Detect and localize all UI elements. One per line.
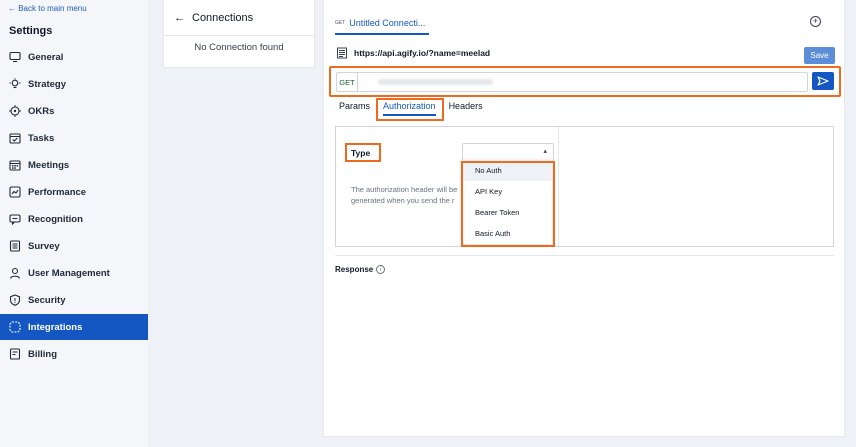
user-icon	[9, 267, 21, 279]
sidebar-item-strategy[interactable]: Strategy	[0, 71, 148, 97]
caret-up-icon: ▴	[543, 148, 547, 155]
tab-method-label: GET	[335, 20, 346, 26]
auth-description: The authorization header will be generat…	[351, 185, 458, 205]
connections-header: ← Connections	[164, 0, 314, 36]
back-arrow-icon[interactable]: ←	[174, 12, 185, 24]
connections-panel: ← Connections No Connection found	[163, 0, 315, 68]
sidebar-item-label: User Management	[28, 267, 110, 279]
receipt-icon	[9, 348, 21, 360]
authorization-panel: Type The authorization header will be ge…	[335, 126, 834, 247]
sidebar-item-user-management[interactable]: User Management	[0, 260, 148, 286]
response-label: Response	[335, 265, 374, 274]
sidebar-item-label: Strategy	[28, 78, 67, 90]
auth-type-select[interactable]: ▴	[462, 143, 554, 161]
sidebar-item-general[interactable]: General	[0, 44, 148, 70]
sidebar-item-okrs[interactable]: OKRs	[0, 98, 148, 124]
sidebar-item-security[interactable]: Security	[0, 287, 148, 313]
no-connection-text: No Connection found	[194, 42, 284, 53]
sidebar-item-label: Billing	[28, 348, 58, 360]
document-icon	[337, 47, 347, 59]
sidebar-item-label: Recognition	[28, 213, 83, 225]
chat-icon	[9, 213, 21, 225]
sidebar-item-recognition[interactable]: Recognition	[0, 206, 148, 232]
tab-title: Untitled Connecti...	[349, 18, 426, 28]
sidebar-item-label: Meetings	[28, 159, 70, 171]
sidebar-item-label: Security	[28, 294, 66, 306]
settings-sidebar: ← Back to main menu Settings General Str…	[0, 0, 148, 447]
sidebar-item-performance[interactable]: Performance	[0, 179, 148, 205]
request-editor-panel: GET Untitled Connecti... + https://api.a…	[323, 0, 845, 437]
sidebar-item-label: Survey	[28, 240, 60, 252]
sidebar-item-label: Tasks	[28, 132, 55, 144]
settings-title: Settings	[9, 25, 53, 37]
sidebar-item-billing[interactable]: Billing	[0, 341, 148, 367]
list-icon	[9, 240, 21, 252]
shield-icon	[9, 294, 21, 306]
highlight-authorization-tab	[376, 98, 444, 121]
back-to-main-menu-link[interactable]: ← Back to main menu	[8, 4, 87, 13]
tab-headers[interactable]: Headers	[449, 101, 483, 116]
sidebar-item-label: Integrations	[28, 321, 83, 333]
response-section: Response i	[335, 265, 386, 274]
sidebar-item-label: OKRs	[28, 105, 55, 117]
sidebar-item-survey[interactable]: Survey	[0, 233, 148, 259]
tab-params[interactable]: Params	[339, 101, 370, 116]
info-icon[interactable]: i	[376, 265, 386, 274]
tab-untitled-connection[interactable]: GET Untitled Connecti...	[335, 13, 430, 35]
url-text: https://api.agify.io/?name=meelad	[354, 48, 491, 58]
bulb-icon	[9, 78, 21, 90]
add-tab-button[interactable]: +	[810, 16, 821, 27]
plug-icon	[9, 321, 21, 333]
url-display: https://api.agify.io/?name=meelad	[336, 47, 490, 59]
chart-icon	[9, 186, 21, 198]
highlight-request-bar	[329, 66, 841, 97]
highlight-dropdown	[461, 161, 555, 247]
sidebar-item-integrations[interactable]: Integrations	[0, 314, 148, 340]
divider	[335, 255, 834, 256]
connections-title: Connections	[192, 11, 254, 24]
target-icon	[9, 105, 21, 117]
sidebar-item-meetings[interactable]: Meetings	[0, 152, 148, 178]
calendar-check-icon	[9, 132, 21, 144]
calendar-icon	[9, 159, 21, 171]
monitor-icon	[9, 51, 21, 63]
save-button[interactable]: Save	[804, 47, 835, 64]
sidebar-item-label: Performance	[28, 186, 87, 198]
sidebar-item-tasks[interactable]: Tasks	[0, 125, 148, 151]
sidebar-item-label: General	[28, 51, 64, 63]
highlight-type-label	[345, 143, 381, 162]
